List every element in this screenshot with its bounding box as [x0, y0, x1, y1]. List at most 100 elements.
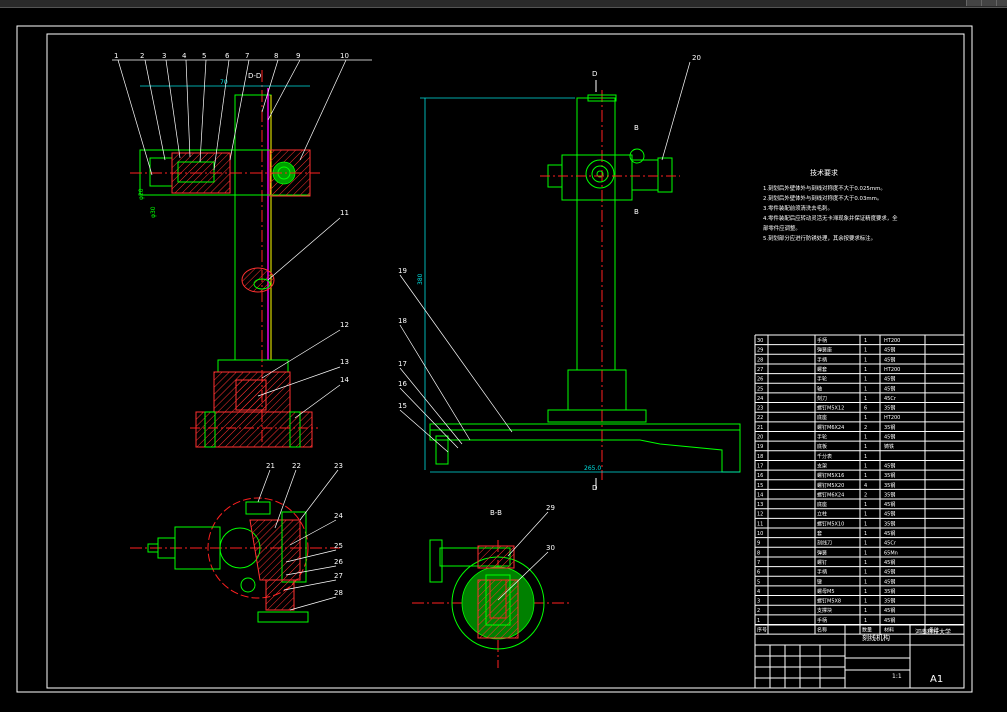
parts-header-qty: 数量 — [862, 627, 872, 634]
svg-text:部零件应调整。: 部零件应调整。 — [763, 224, 801, 232]
parts-row-material: 45钢 — [884, 607, 895, 614]
svg-text:8: 8 — [274, 52, 278, 60]
svg-text:B: B — [634, 208, 639, 216]
svg-text:24: 24 — [334, 512, 343, 520]
parts-row-no: 24 — [757, 396, 763, 402]
svg-text:15: 15 — [398, 402, 407, 410]
parts-row-name: 底座 — [817, 501, 827, 508]
svg-text:5.刻划部分应进行防锈处理，其余按要求标注。: 5.刻划部分应进行防锈处理，其余按要求标注。 — [763, 234, 876, 242]
parts-row-no: 13 — [757, 502, 763, 508]
parts-row-material: 45钢 — [884, 501, 895, 508]
parts-row-qty: 6 — [864, 406, 867, 412]
svg-text:20: 20 — [692, 54, 701, 62]
parts-row-qty: 1 — [864, 454, 867, 460]
parts-row-material: 45钢 — [884, 569, 895, 576]
parts-row-material: 35钢 — [884, 424, 895, 431]
parts-row-qty: 1 — [864, 377, 867, 383]
svg-text:19: 19 — [398, 267, 407, 275]
parts-row-material: 45钢 — [884, 434, 895, 441]
svg-text:φ30: φ30 — [150, 206, 157, 218]
parts-row-material: 35钢 — [884, 482, 895, 489]
svg-text:1.刻划后外壁体外与刻线对称度不大于0.025mm。: 1.刻划后外壁体外与刻线对称度不大于0.025mm。 — [763, 184, 886, 192]
svg-text:22: 22 — [292, 462, 301, 470]
parts-row-name: 螺套 — [817, 366, 827, 373]
parts-row-qty: 1 — [864, 550, 867, 556]
parts-row-name: 手柄 — [817, 337, 827, 344]
parts-row-no: 1 — [757, 618, 760, 624]
parts-row-qty: 1 — [864, 357, 867, 363]
parts-row-material: 45钢 — [884, 578, 895, 585]
parts-row-material: 45Cr — [884, 396, 897, 402]
parts-row-no: 6 — [757, 570, 760, 576]
parts-header-name: 名称 — [817, 627, 827, 634]
parts-row-no: 2 — [757, 608, 760, 614]
svg-text:28: 28 — [334, 589, 343, 597]
technical-requirements: 技术要求 1.刻划后外壁体外与刻线对称度不大于0.025mm。 2.刻划后外壁体… — [763, 168, 898, 242]
drawing-title: 刻线机构 — [862, 633, 890, 642]
svg-text:B-B: B-B — [490, 509, 502, 517]
parts-row-material: 铸铁 — [884, 443, 894, 450]
parts-row-material: 35钢 — [884, 588, 895, 595]
parts-row-name: 套 — [817, 530, 822, 537]
parts-row-name: 底板 — [817, 443, 827, 450]
parts-row-qty: 2 — [864, 492, 867, 498]
parts-row-no: 5 — [757, 579, 760, 585]
svg-text:7: 7 — [245, 52, 249, 60]
parts-row-qty: 1 — [864, 579, 867, 585]
svg-text:10: 10 — [340, 52, 349, 60]
parts-row-material: 45钢 — [884, 347, 895, 354]
parts-row-qty: 1 — [864, 444, 867, 450]
svg-text:21: 21 — [266, 462, 275, 470]
svg-text:φ20: φ20 — [138, 188, 145, 200]
parts-row-name: 立柱 — [817, 511, 827, 518]
parts-row-material: 35钢 — [884, 405, 895, 412]
svg-text:27: 27 — [334, 572, 343, 580]
balloons-front-view: 1 2 3 4 5 6 7 8 9 10 11 12 13 14 — [112, 52, 372, 419]
parts-row-name: 手轮 — [817, 434, 827, 441]
parts-row-material: 35钢 — [884, 598, 895, 605]
parts-row-material: 45钢 — [884, 385, 895, 392]
svg-text:6: 6 — [225, 52, 230, 60]
parts-row-no: 14 — [757, 492, 763, 498]
svg-text:30: 30 — [546, 544, 555, 552]
parts-row-name: 螺母M5 — [817, 588, 835, 595]
parts-row-qty: 1 — [864, 512, 867, 518]
svg-text:11: 11 — [340, 209, 349, 217]
parts-row-no: 11 — [757, 521, 763, 527]
svg-text:5: 5 — [202, 52, 206, 60]
parts-row-no: 23 — [757, 406, 763, 412]
parts-row-no: 3 — [757, 599, 760, 605]
parts-row-name: 螺钉M6X24 — [817, 424, 844, 431]
parts-row-name: 螺钉M5X10 — [817, 520, 844, 527]
parts-row-name: 螺钉M5X12 — [817, 405, 844, 412]
svg-text:70: 70 — [220, 79, 228, 86]
parts-row-material: 35钢 — [884, 520, 895, 527]
parts-row-qty: 2 — [864, 425, 867, 431]
parts-row-qty: 1 — [864, 531, 867, 537]
svg-text:4.零件装配后应转动灵活无卡滞现象并保证精度要求，全: 4.零件装配后应转动灵活无卡滞现象并保证精度要求，全 — [763, 214, 898, 222]
parts-row-material: HT200 — [884, 338, 900, 344]
parts-row-no: 16 — [757, 473, 763, 479]
parts-row-no: 27 — [757, 367, 763, 373]
parts-row-material: HT200 — [884, 367, 900, 373]
svg-text:2: 2 — [140, 52, 144, 60]
parts-row-qty: 1 — [864, 396, 867, 402]
svg-text:3.零件装配前须清洗去毛刺。: 3.零件装配前须清洗去毛刺。 — [763, 204, 833, 212]
parts-row-no: 9 — [757, 541, 760, 547]
parts-row-no: 15 — [757, 483, 763, 489]
parts-row-no: 18 — [757, 454, 763, 460]
parts-row-qty: 1 — [864, 435, 867, 441]
section-bb-view: B-B — [412, 509, 570, 668]
parts-row-qty: 1 — [864, 589, 867, 595]
parts-row-name: 手轮 — [817, 376, 827, 383]
cad-drawing-canvas[interactable]: D-D φ20 φ30 70 1 2 3 4 5 6 7 8 9 10 11 1… — [0, 0, 1007, 712]
scale-value: 1:1 — [892, 673, 902, 680]
parts-row-name: 手柄 — [817, 356, 827, 363]
parts-row-material: 45钢 — [884, 356, 895, 363]
parts-row-qty: 1 — [864, 541, 867, 547]
parts-row-no: 17 — [757, 463, 763, 469]
parts-row-material: 45Cr — [884, 541, 897, 547]
svg-text:25: 25 — [334, 542, 343, 550]
parts-row-qty: 1 — [864, 502, 867, 508]
parts-row-name: 手柄 — [817, 617, 827, 624]
